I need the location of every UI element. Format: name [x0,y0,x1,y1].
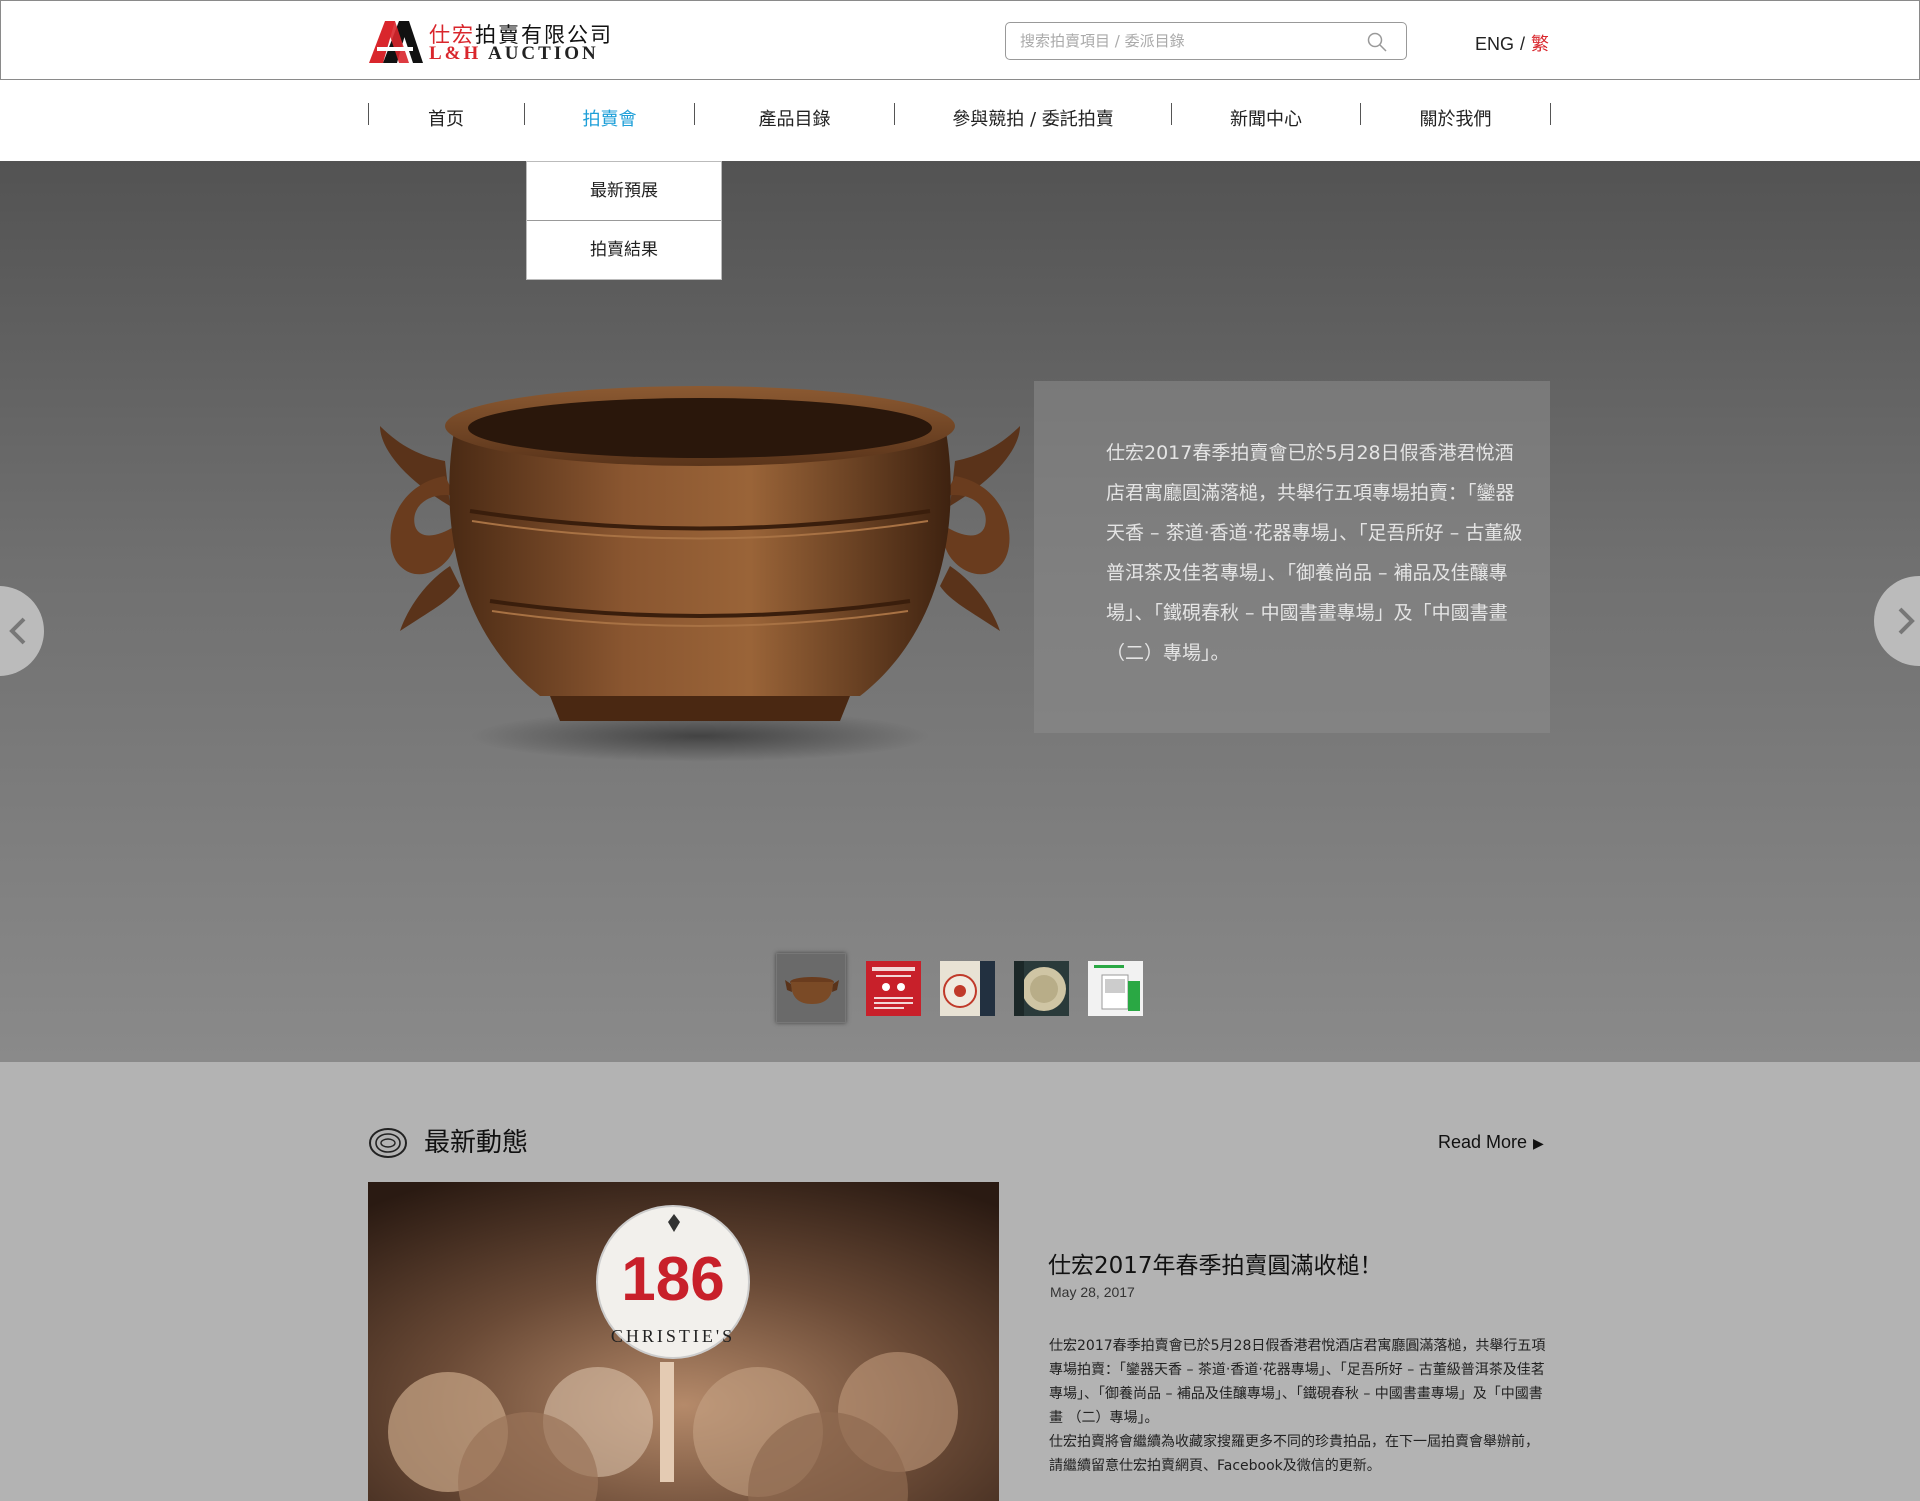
nav-divider [1171,103,1172,125]
dropdown-item-latest-preview[interactable]: 最新預展 [527,162,721,220]
news-article-body: 仕宏2017春季拍賣會已於5月28日假香港君悅酒店君寓廳圓滿落槌，共舉行五項專場… [1049,1334,1552,1478]
nav-divider [524,103,525,125]
nav-divider [894,103,895,125]
bronze-censer-image [380,386,1020,762]
nav-item-catalogue[interactable]: 產品目錄 [695,102,894,138]
lang-eng-link[interactable]: ENG [1475,34,1514,54]
search-box [1005,22,1407,60]
news-paragraph: 仕宏2017春季拍賣會已於5月28日假香港君悅酒店君寓廳圓滿落槌，共舉行五項專場… [1049,1338,1546,1426]
slider-prev-button[interactable] [0,586,44,676]
tea-cake-thumbnail-image [940,961,995,1016]
company-logo[interactable]: 仕宏拍賣有限公司 L&H AUCTION [369,19,619,65]
main-nav: 首页 拍賣會 產品目錄 參與競拍 / 委託拍賣 新聞中心 關於我們 [0,80,1920,161]
auction-dropdown-menu: 最新預展 拍賣結果 [526,161,722,280]
language-switcher: ENG / 繁 [1475,30,1549,56]
logo-english-name: L&H AUCTION [429,43,599,64]
nav-divider [1550,103,1551,125]
painting-thumbnail-image [1014,961,1069,1016]
censer-thumbnail-image [777,954,845,1022]
hero-caption-panel: 仕宏2017春季拍賣會已於5月28日假香港君悅酒店君寓廳圓滿落槌，共舉行五項專場… [1034,381,1550,733]
auction-paddle-photo: 186 CHRISTIE'S [368,1182,999,1501]
news-article-date: May 28, 2017 [1050,1284,1135,1300]
slider-thumbnail[interactable] [1088,961,1143,1016]
slider-next-button[interactable] [1874,576,1920,666]
dropdown-item-auction-results[interactable]: 拍賣結果 [527,220,721,278]
news-article-image[interactable]: 186 CHRISTIE'S [368,1182,999,1501]
nav-item-home[interactable]: 首页 [368,102,524,138]
paddle-number: 186 [621,1245,724,1314]
top-bar: 仕宏拍賣有限公司 L&H AUCTION ENG /繁 [0,0,1920,80]
news-paragraph: 仕宏拍賣將會繼續為收藏家搜羅更多不同的珍貴拍品，在下一屆拍賣會舉辦前，請繼續留意… [1049,1434,1539,1474]
chevron-right-icon [1898,607,1915,635]
nav-divider [694,103,695,125]
lang-traditional-link[interactable]: 繁 [1531,34,1549,54]
poster-thumbnail-image [866,961,921,1016]
lang-separator: / [1520,34,1526,54]
news-article-title[interactable]: 仕宏2017年春季拍賣圓滿收槌！ [1048,1246,1383,1280]
ornament-icon [368,1127,408,1159]
hero-slider: 仕宏2017春季拍賣會已於5月28日假香港君悅酒店君寓廳圓滿落槌，共舉行五項專場… [0,161,1920,1062]
slider-thumbnail[interactable] [776,953,846,1023]
nav-item-bid-consign[interactable]: 參與競拍 / 委託拍賣 [895,102,1171,138]
search-icon[interactable] [1366,31,1388,53]
slider-thumbnail[interactable] [866,961,921,1016]
slider-thumbnail[interactable] [1014,961,1069,1016]
slider-thumbnail[interactable] [940,961,995,1016]
nav-item-about-us[interactable]: 關於我們 [1361,102,1550,138]
nav-divider [1360,103,1361,125]
wechat-thumbnail-image [1088,961,1143,1016]
news-heading-title: 最新動態 [424,1128,529,1158]
nav-divider [368,103,369,125]
read-more-link[interactable]: Read More ▶ [1438,1132,1544,1153]
nav-item-news-center[interactable]: 新聞中心 [1172,102,1360,138]
read-more-label: Read More [1438,1132,1528,1152]
nav-item-auction[interactable]: 拍賣會 [525,102,694,138]
search-input[interactable] [1020,29,1350,53]
paddle-text: CHRISTIE'S [611,1326,735,1346]
hero-caption: 仕宏2017春季拍賣會已於5月28日假香港君悅酒店君寓廳圓滿落槌，共舉行五項專場… [1106,442,1523,664]
chevron-left-icon [9,617,26,645]
logo-mark-icon [369,21,423,63]
triangle-right-icon: ▶ [1533,1135,1544,1151]
